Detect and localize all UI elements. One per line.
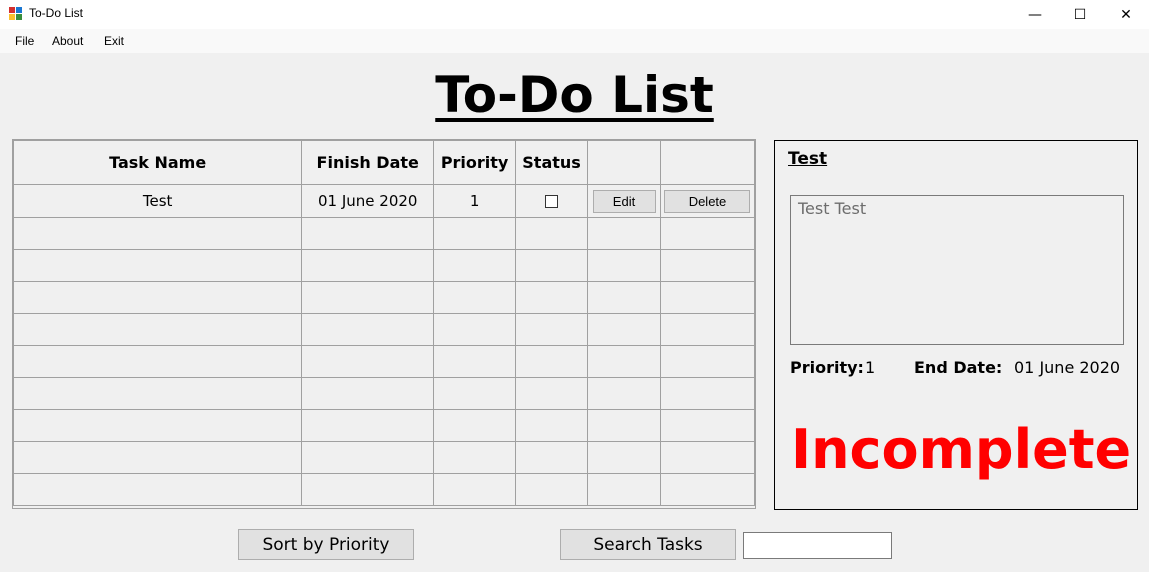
column-header-delete — [659, 140, 756, 185]
table-row-empty — [12, 217, 756, 250]
table-row[interactable]: Test 01 June 2020 1 Edit Delete — [12, 184, 756, 218]
edit-button[interactable]: Edit — [592, 189, 656, 213]
app-icon — [9, 7, 23, 21]
priority-value: 1 — [865, 358, 876, 377]
close-button[interactable]: ✕ — [1103, 0, 1149, 29]
menu-exit[interactable]: Exit — [104, 34, 124, 48]
table-row-empty — [12, 313, 756, 346]
menu-file[interactable]: File — [15, 34, 34, 48]
task-detail-panel: Test Test Test Priority: 1 End Date: 01 … — [774, 140, 1138, 510]
maximize-icon: ☐ — [1073, 6, 1087, 23]
search-tasks-button[interactable]: Search Tasks — [560, 529, 736, 560]
detail-title: Test — [788, 149, 828, 169]
maximize-button[interactable]: ☐ — [1057, 0, 1103, 29]
page-title: To-Do List — [435, 66, 714, 124]
delete-button[interactable]: Delete — [664, 189, 751, 213]
end-date-label: End Date: — [914, 358, 1003, 377]
table-row-empty — [12, 377, 756, 410]
title-bar: To-Do List — ☐ ✕ — [0, 0, 1149, 29]
search-input[interactable] — [743, 532, 892, 559]
grid-header-row: Task Name Finish Date Priority Status — [12, 140, 756, 185]
end-date-value: 01 June 2020 — [1014, 358, 1121, 377]
menu-bar: File About Exit — [0, 29, 1149, 53]
table-row-empty — [12, 441, 756, 474]
task-grid[interactable]: Task Name Finish Date Priority Status Te… — [12, 139, 756, 509]
task-name-cell[interactable]: Test — [12, 184, 303, 218]
delete-cell: Delete — [659, 184, 756, 218]
menu-about[interactable]: About — [52, 34, 83, 48]
column-header-edit — [587, 140, 661, 185]
column-header-priority[interactable]: Priority — [433, 140, 517, 185]
table-row-empty — [12, 249, 756, 282]
finish-date-cell[interactable]: 01 June 2020 — [301, 184, 435, 218]
column-header-task-name[interactable]: Task Name — [12, 140, 303, 185]
detail-description[interactable]: Test Test — [790, 195, 1124, 345]
status-checkbox[interactable] — [545, 195, 559, 208]
minimize-button[interactable]: — — [1012, 0, 1058, 29]
minimize-icon: — — [1028, 6, 1042, 23]
priority-label: Priority: — [790, 358, 864, 377]
window-title: To-Do List — [29, 6, 84, 20]
table-row-empty — [12, 345, 756, 378]
close-icon: ✕ — [1120, 6, 1132, 23]
edit-cell: Edit — [587, 184, 661, 218]
column-header-finish-date[interactable]: Finish Date — [301, 140, 435, 185]
table-row-empty — [12, 473, 756, 506]
status-cell — [515, 184, 589, 218]
sort-by-priority-button[interactable]: Sort by Priority — [238, 529, 414, 560]
priority-cell[interactable]: 1 — [433, 184, 517, 218]
column-header-status[interactable]: Status — [515, 140, 589, 185]
table-row-empty — [12, 281, 756, 314]
status-text: Incomplete — [791, 418, 1132, 481]
table-row-empty — [12, 409, 756, 442]
